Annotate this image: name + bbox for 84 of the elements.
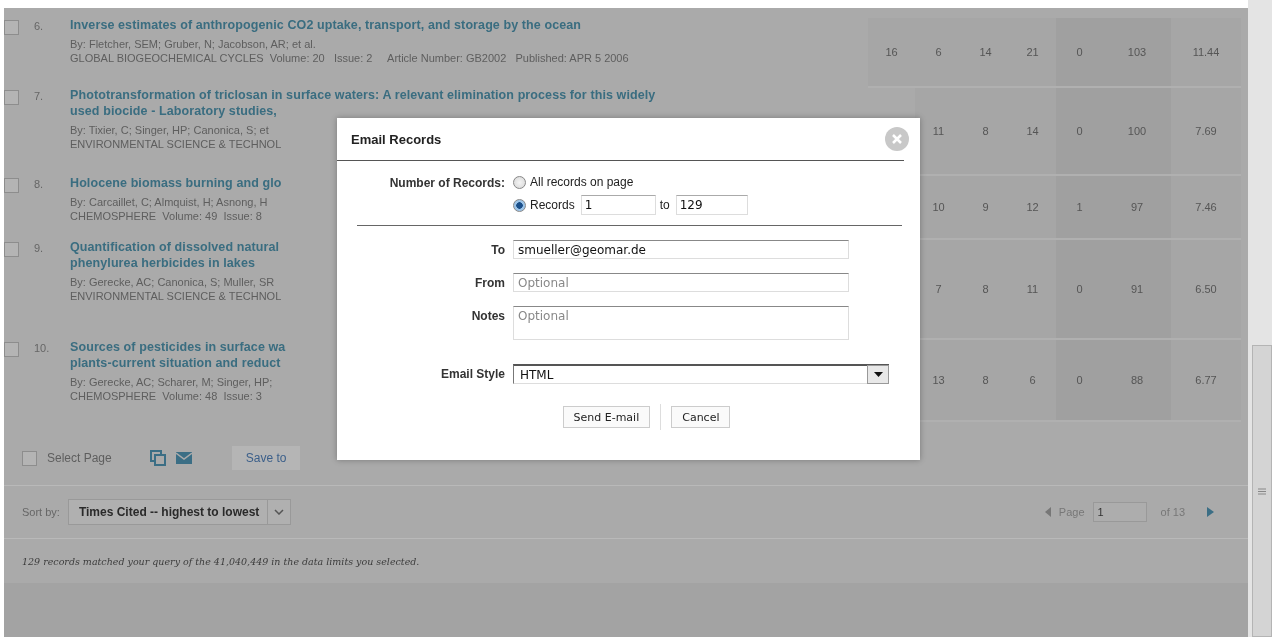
record-number: 9. bbox=[34, 241, 44, 255]
scrollbar[interactable] bbox=[1248, 0, 1272, 637]
field-label: To bbox=[491, 242, 505, 257]
field-label: Number of Records: bbox=[389, 175, 505, 190]
table-cell: 91 bbox=[1103, 240, 1171, 340]
copy-icon[interactable] bbox=[149, 450, 166, 466]
close-button[interactable] bbox=[885, 127, 909, 151]
notes-field[interactable]: Optional bbox=[513, 306, 849, 340]
table-cell: 0 bbox=[1056, 240, 1103, 340]
record-authors: By: Carcaillet, C; Almquist, H; Asnong, H bbox=[70, 196, 268, 209]
table-cell: 8 bbox=[962, 88, 1009, 176]
radio-button[interactable] bbox=[513, 198, 526, 212]
range-to-label: to bbox=[659, 198, 670, 212]
page-input[interactable]: 1 bbox=[1092, 502, 1147, 522]
text-field[interactable]: smueller@geomar.de bbox=[513, 240, 849, 259]
table-cell: 12 bbox=[1009, 176, 1056, 240]
table-cell: 6 bbox=[915, 18, 962, 88]
table-cell: 6.77 bbox=[1171, 340, 1241, 422]
table-cell: 100 bbox=[1103, 88, 1171, 176]
grip-icon bbox=[1258, 487, 1266, 495]
table-cell: 0 bbox=[1056, 340, 1103, 422]
checkbox[interactable] bbox=[4, 178, 19, 193]
field-label: Email Style bbox=[440, 366, 505, 381]
record-number: 8. bbox=[34, 177, 44, 191]
radio-button[interactable] bbox=[513, 175, 526, 189]
record-authors: By: Gerecke, AC; Scharer, M; Singer, HP; bbox=[70, 376, 273, 389]
record-source: CHEMOSPHERE Volume: 48 Issue: 3 bbox=[70, 390, 262, 403]
record-authors: By: Gerecke, AC; Canonica, S; Muller, SR bbox=[70, 276, 275, 289]
close-icon bbox=[892, 134, 902, 144]
field-label: Notes bbox=[471, 308, 505, 323]
checkbox[interactable] bbox=[4, 20, 19, 35]
table-cell: 1 bbox=[1056, 176, 1103, 240]
table-cell: 0 bbox=[1056, 18, 1103, 88]
sort-select[interactable]: Times Cited -- highest to lowest bbox=[67, 499, 292, 525]
record-number: 7. bbox=[34, 89, 44, 103]
sort-label: Sort by: bbox=[22, 506, 60, 518]
record-source: CHEMOSPHERE Volume: 49 Issue: 8 bbox=[70, 210, 262, 223]
checkbox[interactable] bbox=[4, 342, 19, 357]
text-field[interactable]: Optional bbox=[513, 273, 849, 292]
select-page-label: Select Page bbox=[47, 451, 112, 465]
table-cell: 8 bbox=[962, 240, 1009, 340]
record-authors: By: Fletcher, SEM; Gruber, N; Jacobson, AR; et al. bbox=[70, 38, 316, 51]
record-number: 6. bbox=[34, 19, 44, 33]
table-cell: 14 bbox=[1009, 88, 1056, 176]
next-page-icon[interactable] bbox=[1207, 507, 1214, 517]
record-authors: By: Tixier, C; Singer, HP; Canonica, S; et bbox=[70, 124, 269, 137]
checkbox[interactable] bbox=[4, 242, 19, 257]
table-cell: 9 bbox=[962, 176, 1009, 240]
record-source: GLOBAL BIOGEOCHEMICAL CYCLES Volume: 20 Issue: 2 Article Number: GB2002 Published: APR 5 2006 bbox=[70, 52, 629, 65]
radio-label[interactable]: Records bbox=[530, 198, 575, 212]
table-cell: 7.69 bbox=[1171, 88, 1241, 176]
record-source: ENVIRONMENTAL SCIENCE & TECHNOL bbox=[70, 290, 282, 303]
chevron-down-icon bbox=[274, 509, 285, 515]
range-start-input[interactable]: 1 bbox=[580, 195, 656, 215]
table-cell: 14 bbox=[962, 18, 1009, 88]
table-cell: 97 bbox=[1103, 176, 1171, 240]
range-end-input[interactable]: 129 bbox=[675, 195, 748, 215]
checkbox[interactable] bbox=[22, 450, 37, 466]
table-cell: 6.50 bbox=[1171, 240, 1241, 340]
table-cell: 88 bbox=[1103, 340, 1171, 422]
table-cell: 21 bbox=[1009, 18, 1056, 88]
table-cell: 11 bbox=[915, 88, 962, 176]
dialog-button[interactable]: Send E-mail bbox=[562, 406, 651, 428]
table-cell: 7.46 bbox=[1171, 176, 1241, 240]
previous-page-icon[interactable] bbox=[1044, 507, 1051, 517]
checkbox[interactable] bbox=[4, 90, 19, 105]
radio-label[interactable]: All records on page bbox=[530, 175, 634, 189]
email-style-select[interactable]: HTML bbox=[513, 364, 889, 384]
save-button[interactable]: Save to bbox=[231, 446, 301, 470]
record-source: ENVIRONMENTAL SCIENCE & TECHNOL bbox=[70, 138, 282, 151]
dialog-button[interactable]: Cancel bbox=[671, 406, 731, 428]
table-cell: 8 bbox=[962, 340, 1009, 422]
field-label: From bbox=[475, 275, 505, 290]
record-number: 10. bbox=[34, 341, 50, 355]
table-cell: 16 bbox=[868, 18, 915, 88]
table-cell: 11.44 bbox=[1171, 18, 1241, 88]
email-icon[interactable] bbox=[175, 452, 192, 464]
table-cell: 0 bbox=[1056, 88, 1103, 176]
table-cell: 6 bbox=[1009, 340, 1056, 422]
dialog-title: Email Records bbox=[351, 131, 442, 147]
table-cell: 11 bbox=[1009, 240, 1056, 340]
dropdown-arrow-icon bbox=[873, 372, 883, 377]
table-cell: 103 bbox=[1103, 18, 1171, 88]
results-summary: 129 records matched your query of the 41,040,449 in the data limits you selected. bbox=[22, 555, 420, 567]
